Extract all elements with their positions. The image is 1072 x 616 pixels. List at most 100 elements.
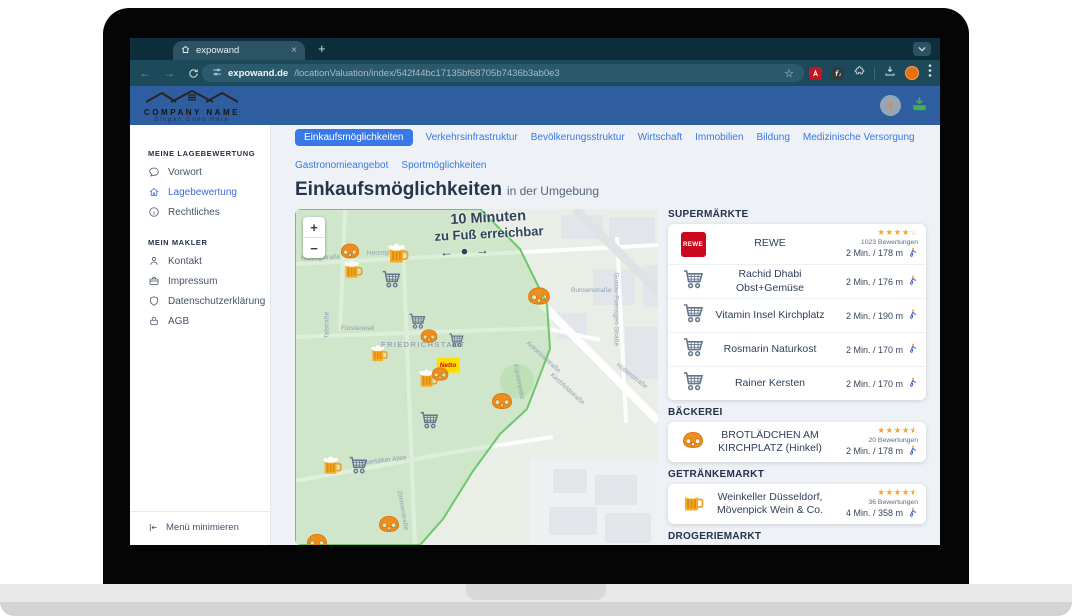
shield-icon: [148, 295, 160, 307]
place-row[interactable]: REWEREWE★★★★☆1023 Bewertungen2 Min. / 17…: [668, 224, 926, 264]
extensions-puzzle-icon[interactable]: [853, 64, 865, 82]
place-name: Rosmarin Naturkost: [710, 343, 830, 356]
new-tab-button[interactable]: +: [318, 41, 326, 56]
toolbar-separator: [874, 67, 875, 79]
tab-pill-4[interactable]: Wirtschaft: [638, 132, 682, 143]
tab-pill-5[interactable]: Immobilien: [695, 132, 743, 143]
sidebar: MEINE LAGEBEWERTUNG Vorwort Lagebewertun…: [130, 125, 271, 545]
speech-bubble-icon: [148, 166, 160, 178]
person-icon: [148, 255, 160, 267]
company-logo[interactable]: COMPANY NAME Slogan Goes Here: [142, 89, 242, 123]
map-marker-pretzel[interactable]: [377, 512, 401, 536]
laptop-notch: [466, 584, 606, 600]
company-name: COMPANY NAME: [142, 108, 242, 117]
walking-person-icon: [907, 309, 918, 322]
map-marker-pretzel[interactable]: [430, 364, 450, 384]
downloads-icon[interactable]: [884, 64, 896, 82]
map-marker-beer[interactable]: [386, 242, 410, 266]
place-name: Weinkeller Düsseldorf, Mövenpick Wein & …: [710, 491, 830, 517]
places-card: Weinkeller Düsseldorf, Mövenpick Wein & …: [668, 484, 926, 524]
tab-search-chevron-icon[interactable]: [913, 42, 931, 56]
company-slogan: Slogan Goes Here: [142, 117, 242, 123]
tab-pill-1[interactable]: Einkaufsmöglichkeiten: [295, 129, 413, 146]
profile-avatar[interactable]: [905, 66, 919, 80]
sun-icon: [885, 100, 896, 111]
sidebar-item-rechtliches[interactable]: Rechtliches: [130, 202, 270, 222]
place-row[interactable]: Rosmarin Naturkost 2 Min. / 170 m: [668, 332, 926, 366]
tab-pill-8[interactable]: Gastronomieangebot: [295, 160, 388, 171]
place-distance: 2 Min. / 170 m: [846, 345, 903, 355]
review-count: 20 Bewertungen: [830, 437, 918, 444]
collapse-left-icon: [148, 522, 159, 533]
place-row[interactable]: BROTLÄDCHEN AM KIRCHPLATZ (Hinkel)★★★★★☆…: [668, 422, 926, 462]
briefcase-icon: [148, 275, 160, 287]
map-marker-beer[interactable]: [321, 455, 343, 477]
zoom-out-button[interactable]: −: [303, 237, 325, 258]
map-marker-pretzel[interactable]: [526, 283, 552, 309]
street-label: Fürstenwall: [341, 325, 374, 332]
download-report-button[interactable]: [911, 95, 928, 117]
map-marker-cart[interactable]: [418, 409, 440, 431]
map-marker-cart[interactable]: [380, 268, 402, 290]
kebab-menu-icon[interactable]: [928, 64, 932, 82]
panel-section-title: DROGERIEMARKT: [668, 531, 926, 542]
beer-icon: [681, 490, 705, 519]
place-name: REWE: [710, 237, 830, 250]
map-marker-pretzel[interactable]: [490, 389, 514, 413]
place-row[interactable]: Vitamin Insel Kirchplatz2 Min. / 190 m: [668, 298, 926, 332]
tab-close-icon[interactable]: ×: [291, 46, 297, 56]
page-title: Einkaufsmöglichkeiten: [295, 179, 502, 200]
back-icon[interactable]: ←: [136, 60, 154, 86]
reload-icon[interactable]: [184, 60, 202, 86]
sidebar-item-kontakt[interactable]: Kontakt: [130, 251, 270, 271]
minimize-menu-button[interactable]: Menü minimieren: [130, 511, 270, 545]
forward-icon[interactable]: →: [160, 60, 178, 86]
extensions-row: [809, 60, 932, 86]
map-marker-pretzel[interactable]: [305, 530, 329, 545]
sidebar-item-impressum[interactable]: Impressum: [130, 271, 270, 291]
place-name: Rainer Kersten: [710, 377, 830, 390]
map-marker-pretzel[interactable]: [419, 326, 439, 346]
sidebar-item-vorwort[interactable]: Vorwort: [130, 162, 270, 182]
browser-tab[interactable]: expowand ×: [173, 41, 305, 60]
theme-toggle-button[interactable]: [880, 95, 901, 116]
tab-pill-3[interactable]: Bevölkerungsstruktur: [531, 132, 625, 143]
map[interactable]: HerzogstraßeHerzogstraßeTalstraßeFürsten…: [295, 209, 658, 545]
tab-pill-9[interactable]: Sportmöglichkeiten: [401, 160, 486, 171]
url-domain: expowand.de: [228, 68, 288, 79]
address-bar[interactable]: expowand.de /locationValuation/index/542…: [202, 64, 804, 82]
walking-person-icon: [907, 247, 918, 260]
place-row[interactable]: Weinkeller Düsseldorf, Mövenpick Wein & …: [668, 484, 926, 524]
star-rating: ★★★★☆: [830, 228, 918, 237]
map-marker-beer[interactable]: [369, 344, 389, 364]
tab-pill-2[interactable]: Verkehrsinfrastruktur: [426, 132, 518, 143]
acrobat-extension-icon[interactable]: [809, 67, 822, 80]
place-distance: 2 Min. / 176 m: [846, 277, 903, 287]
rewe-logo: REWE: [681, 232, 706, 257]
map-marker-beer[interactable]: [342, 259, 364, 281]
walking-person-icon: [907, 507, 918, 520]
zoom-in-button[interactable]: +: [303, 217, 325, 237]
sidebar-item-lagebewertung[interactable]: Lagebewertung: [130, 182, 270, 202]
browser-toolbar: ← → expowand.de /locationValuation/index…: [130, 60, 940, 86]
fn-extension-icon[interactable]: [831, 67, 844, 80]
review-count: 36 Bewertungen: [830, 499, 918, 506]
tab-pill-6[interactable]: Bildung: [757, 132, 790, 143]
place-row[interactable]: Rainer Kersten2 Min. / 170 m: [668, 366, 926, 400]
panel-section-title: SUPERMÄRKTE: [668, 209, 926, 220]
place-distance: 4 Min. / 358 m: [846, 508, 903, 518]
map-marker-cart[interactable]: [447, 331, 465, 349]
site-info-icon[interactable]: [212, 67, 222, 80]
map-marker-cart[interactable]: [347, 454, 369, 476]
laptop-screen-bezel: expowand × + ← → expowand.de /locationVa…: [103, 8, 969, 585]
bookmark-star-icon[interactable]: ☆: [784, 67, 794, 80]
places-card: BROTLÄDCHEN AM KIRCHPLATZ (Hinkel)★★★★★☆…: [668, 422, 926, 462]
sidebar-item-datenschutz[interactable]: Datenschutzerklärung: [130, 291, 270, 311]
place-row[interactable]: Rachid Dhabi Obst+Gemüse2 Min. / 176 m: [668, 264, 926, 298]
browser-window: expowand × + ← → expowand.de /locationVa…: [130, 38, 940, 545]
tab-pill-7[interactable]: Medizinische Versorgung: [803, 132, 915, 143]
walk-time-annotation: 10 Minuten zu Fuß erreichbar ← ● →: [412, 209, 566, 261]
walking-person-icon: [907, 343, 918, 356]
info-circle-icon: [148, 206, 160, 218]
sidebar-item-agb[interactable]: AGB: [130, 311, 270, 331]
